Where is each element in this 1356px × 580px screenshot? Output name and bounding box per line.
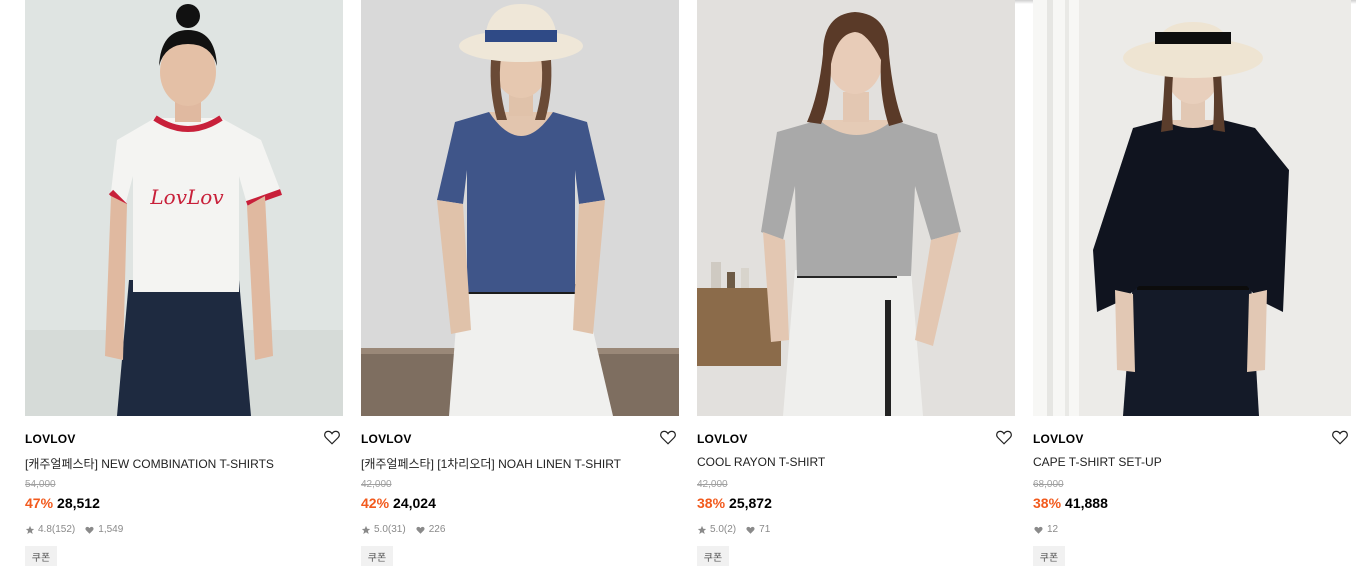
product-image[interactable] [697, 0, 1015, 416]
brand-name[interactable]: LOVLOV [697, 432, 748, 446]
likes-count: 71 [759, 524, 771, 535]
star-icon [361, 525, 371, 534]
product-image[interactable]: LovLov [25, 0, 343, 416]
review-count: (152) [51, 524, 76, 535]
rating: 5.0 (31) [361, 524, 406, 535]
product-title[interactable]: COOL RAYON T-SHIRT [697, 455, 825, 469]
product-card[interactable]: LovLov LOVLOV [캐주얼페스타] NEW COMBINATION T… [25, 0, 343, 580]
heart-outline-icon[interactable] [323, 428, 341, 446]
heart-filled-icon [1034, 526, 1043, 534]
star-icon [25, 525, 35, 534]
price-row: 47% 28,512 [25, 495, 100, 511]
product-image[interactable] [361, 0, 679, 416]
likes: 71 [745, 524, 770, 535]
price-row: 42% 24,024 [361, 495, 436, 511]
sale-price: 25,872 [729, 495, 772, 511]
review-count: (2) [723, 524, 737, 535]
product-meta: 5.0 (2) 71 [697, 524, 770, 535]
brand-name[interactable]: LOVLOV [25, 432, 76, 446]
heart-outline-icon[interactable] [659, 428, 677, 446]
likes: 226 [415, 524, 446, 535]
product-image[interactable] [1033, 0, 1351, 416]
original-price: 68,000 [1033, 479, 1064, 490]
product-card[interactable]: LOVLOV CAPE T-SHIRT SET-UP 68,000 38% 41,… [1033, 0, 1351, 580]
discount-rate: 38% [697, 495, 726, 511]
original-price: 42,000 [697, 479, 728, 490]
original-price: 42,000 [361, 479, 392, 490]
likes-count: 1,549 [98, 524, 124, 535]
product-grid: LovLov LOVLOV [캐주얼페스타] NEW COMBINATION T… [25, 0, 1351, 580]
product-title[interactable]: [캐주얼페스타] NEW COMBINATION T-SHIRTS [25, 455, 274, 472]
original-price: 54,000 [25, 479, 56, 490]
review-count: (31) [387, 524, 406, 535]
product-meta: 5.0 (31) 226 [361, 524, 445, 535]
coupon-badge: 쿠폰 [25, 546, 57, 566]
product-meta: 12 [1033, 524, 1058, 535]
discount-rate: 47% [25, 495, 54, 511]
rating: 4.8 (152) [25, 524, 75, 535]
shirt-print-text: LovLov [149, 185, 224, 209]
likes-count: 226 [428, 524, 446, 535]
price-row: 38% 41,888 [1033, 495, 1108, 511]
product-title[interactable]: CAPE T-SHIRT SET-UP [1033, 455, 1162, 469]
heart-outline-icon[interactable] [1331, 428, 1349, 446]
rating: 5.0 (2) [697, 524, 736, 535]
rating-value: 5.0 [374, 524, 388, 535]
coupon-badge: 쿠폰 [697, 546, 729, 566]
heart-filled-icon [85, 526, 94, 534]
heart-outline-icon[interactable] [995, 428, 1013, 446]
heart-filled-icon [416, 526, 425, 534]
discount-rate: 42% [361, 495, 390, 511]
product-title[interactable]: [캐주얼페스타] [1차리오더] NOAH LINEN T-SHIRT [361, 455, 621, 472]
discount-rate: 38% [1033, 495, 1062, 511]
coupon-badge: 쿠폰 [1033, 546, 1065, 566]
likes: 1,549 [84, 524, 123, 535]
sale-price: 41,888 [1065, 495, 1108, 511]
price-row: 38% 25,872 [697, 495, 772, 511]
star-icon [697, 525, 707, 534]
product-card[interactable]: LOVLOV COOL RAYON T-SHIRT 42,000 38% 25,8… [697, 0, 1015, 580]
rating-value: 5.0 [710, 524, 724, 535]
coupon-badge: 쿠폰 [361, 546, 393, 566]
rating-value: 4.8 [38, 524, 52, 535]
heart-filled-icon [746, 526, 755, 534]
sale-price: 28,512 [57, 495, 100, 511]
likes-count: 12 [1047, 524, 1059, 535]
product-meta: 4.8 (152) 1,549 [25, 524, 123, 535]
brand-name[interactable]: LOVLOV [361, 432, 412, 446]
brand-name[interactable]: LOVLOV [1033, 432, 1084, 446]
sale-price: 24,024 [393, 495, 436, 511]
likes: 12 [1033, 524, 1058, 535]
product-card[interactable]: LOVLOV [캐주얼페스타] [1차리오더] NOAH LINEN T-SHI… [361, 0, 679, 580]
